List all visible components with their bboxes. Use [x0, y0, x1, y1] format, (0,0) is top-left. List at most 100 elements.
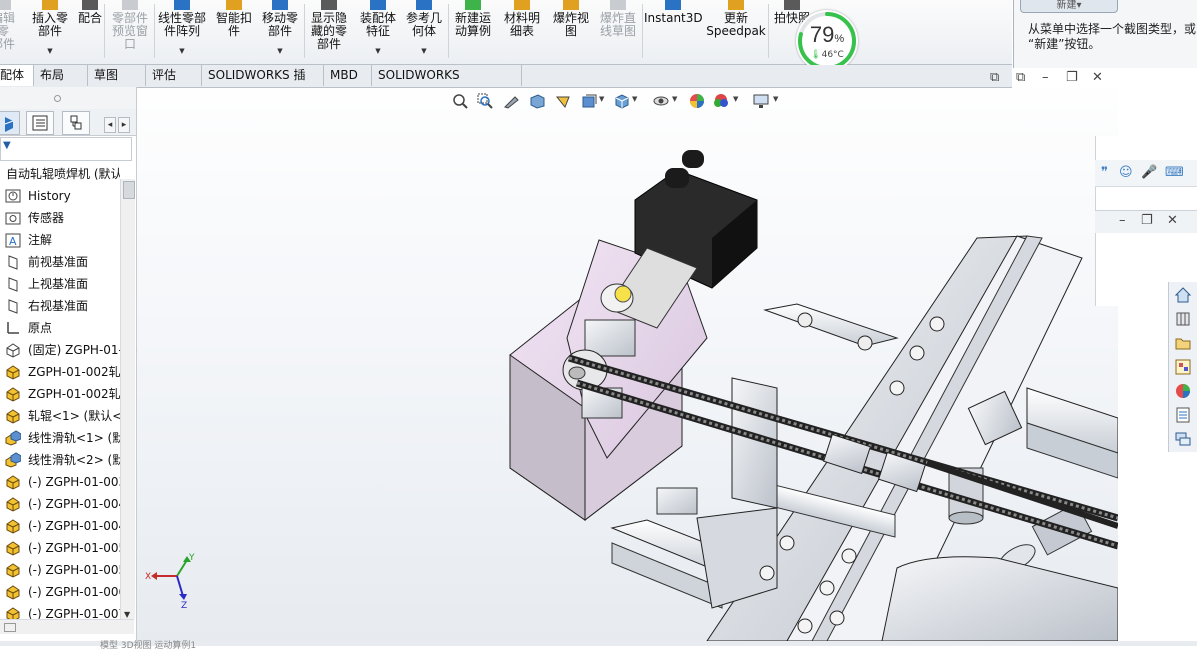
explode-line-button[interactable]: 爆炸直 线草图 [596, 0, 640, 64]
tree-root-assembly[interactable]: 自动轧辊喷焊机 (默认 [0, 163, 120, 185]
tree-horizontal-scrollbar[interactable] [0, 619, 134, 634]
speedpak-button[interactable]: 更新 Speedpak [706, 0, 766, 64]
insert-part-button[interactable]: 插入零 部件 ▼ [30, 0, 70, 64]
part-preview-button[interactable]: 零部件 预览窗 口 [108, 0, 152, 64]
new-motion-button[interactable]: 新建运 动算例 [450, 0, 496, 64]
property-manager-tab[interactable] [26, 111, 54, 135]
tab-3[interactable]: 评估 [146, 65, 202, 86]
hide-show-dropdown[interactable]: ▼ [672, 95, 677, 103]
view-orientation-dropdown[interactable]: ▼ [599, 95, 604, 103]
dynamic-annotation-icon[interactable] [555, 93, 571, 109]
show-hidden-button[interactable]: 显示隐 藏的零 部件 [306, 0, 352, 64]
tab-0[interactable]: 配体 [0, 65, 34, 86]
appearances-icon[interactable] [1174, 382, 1192, 400]
tree-item[interactable]: 线性滑轨<1> (默 [0, 427, 120, 449]
custom-properties-icon[interactable] [1174, 406, 1192, 424]
tree-item[interactable]: History [0, 185, 120, 207]
edit-appearance-icon[interactable] [689, 93, 705, 109]
file-explorer-icon[interactable] [1174, 334, 1192, 352]
configuration-manager-tab[interactable] [62, 111, 90, 135]
tree-item[interactable]: (-) ZGPH-01-005 [0, 559, 120, 581]
next-window-icon[interactable]: ⧉ [1016, 70, 1025, 85]
linear-rail-right[interactable] [1026, 387, 1118, 479]
previous-view-icon[interactable] [503, 93, 519, 109]
cpu-usage-gauge[interactable]: 79% 🌡46°C [796, 10, 858, 72]
section-view-icon[interactable] [529, 93, 545, 109]
reference-geometry-button[interactable]: 参考几 何体 ▼ [402, 0, 446, 64]
tree-item[interactable]: (-) ZGPH-01-006 [0, 581, 120, 603]
tab-4[interactable]: SOLIDWORKS 插件 [202, 65, 324, 103]
previous-window-icon[interactable]: ⧉ [990, 70, 999, 85]
panel-drag-handle[interactable] [0, 87, 136, 109]
tree-item[interactable]: 前视基准面 [0, 251, 120, 273]
display-style-icon[interactable] [613, 93, 629, 109]
feature-tree-tab[interactable] [0, 111, 20, 135]
tree-filter-input[interactable]: ▼ [0, 137, 132, 161]
view-settings-dropdown[interactable]: ▼ [773, 95, 778, 103]
tab-scroll-left[interactable]: ◂ [104, 117, 116, 133]
close-icon[interactable]: ✕ [1167, 213, 1178, 228]
roller[interactable] [881, 556, 1118, 641]
home-icon[interactable] [1174, 286, 1192, 304]
tree-item[interactable]: 线性滑轨<2> (默 [0, 449, 120, 471]
tab-6[interactable]: SOLIDWORKS Inspection [372, 65, 522, 103]
close-icon[interactable]: ✕ [1092, 70, 1103, 85]
tree-item[interactable]: 右视基准面 [0, 295, 120, 317]
microphone-icon[interactable]: 🎤 [1141, 165, 1157, 180]
bom-button[interactable]: 材料明 细表 [500, 0, 544, 64]
edit-part-button[interactable]: 编辑零 部件 [0, 0, 20, 64]
tree-item[interactable]: 传感器 [0, 207, 120, 229]
quote-icon[interactable]: ❞ [1101, 165, 1108, 180]
apply-scene-icon[interactable] [713, 93, 729, 109]
linear-pattern-button[interactable]: 线性零部 件阵列 ▼ [156, 0, 208, 64]
new-snip-button[interactable]: 新建▾ [1020, 0, 1118, 13]
tree-item[interactable]: (-) ZGPH-01-003 [0, 471, 120, 493]
dropdown-arrow-icon[interactable]: ▼ [421, 45, 426, 58]
scrollbar-thumb[interactable] [4, 623, 16, 632]
restore-icon[interactable]: ❐ [1066, 70, 1078, 85]
display-style-dropdown[interactable]: ▼ [632, 95, 637, 103]
exploded-view-button[interactable]: 爆炸视 图 [548, 0, 594, 64]
apply-scene-dropdown[interactable]: ▼ [733, 95, 738, 103]
view-settings-icon[interactable] [753, 93, 769, 109]
tab-5[interactable]: MBD [324, 65, 372, 86]
design-library-icon[interactable] [1174, 310, 1192, 328]
smart-fastener-button[interactable]: 智能扣 件 [212, 0, 256, 64]
tree-item[interactable]: 轧辊<1> (默认< [0, 405, 120, 427]
dropdown-arrow-icon[interactable]: ▼ [375, 45, 380, 58]
tab-2[interactable]: 草图 [88, 65, 146, 86]
tree-item[interactable]: (-) ZGPH-01-004 [0, 493, 120, 515]
move-part-button[interactable]: 移动零 部件 ▼ [258, 0, 302, 64]
tree-item[interactable]: (固定) ZGPH-01- [0, 339, 120, 361]
dropdown-arrow-icon[interactable]: ▼ [277, 45, 282, 58]
tree-item[interactable]: ZGPH-01-002轧 [0, 383, 120, 405]
tree-item[interactable]: (-) ZGPH-01-005 [0, 537, 120, 559]
assembly-model[interactable] [137, 88, 1118, 641]
minimize-icon[interactable]: – [1042, 70, 1049, 85]
tab-scroll-right[interactable]: ▸ [118, 117, 130, 133]
emoji-icon[interactable]: ☺ [1119, 165, 1133, 180]
instant3d-button[interactable]: Instant3D [644, 0, 703, 64]
zoom-to-area-icon[interactable] [477, 93, 493, 109]
zoom-to-fit-icon[interactable] [452, 93, 468, 109]
graphics-viewport[interactable]: ▼ ▼ ▼ ▼ ▼ [137, 88, 1118, 641]
minimize-icon[interactable]: – [1119, 213, 1126, 228]
scroll-down-icon[interactable]: ▼ [124, 610, 130, 619]
tab-1[interactable]: 布局 [34, 65, 88, 86]
view-palette-icon[interactable] [1174, 358, 1192, 376]
keyboard-icon[interactable]: ⌨ [1165, 165, 1184, 180]
dropdown-arrow-icon[interactable]: ▼ [47, 45, 52, 58]
tree-item[interactable]: 原点 [0, 317, 120, 339]
mate-button[interactable]: 配合 [74, 0, 106, 64]
tree-item[interactable]: ZGPH-01-002轧 [0, 361, 120, 383]
assembly-feature-button[interactable]: 装配体 特征 ▼ [356, 0, 400, 64]
tree-item[interactable]: 上视基准面 [0, 273, 120, 295]
hide-show-items-icon[interactable] [653, 93, 669, 109]
dropdown-arrow-icon[interactable]: ▼ [179, 45, 184, 58]
scrollbar-thumb[interactable] [123, 181, 135, 199]
view-orientation-icon[interactable] [581, 93, 597, 109]
forum-icon[interactable] [1174, 430, 1192, 448]
tree-item[interactable]: (-) ZGPH-01-004 [0, 515, 120, 537]
tree-item[interactable]: A 注解 [0, 229, 120, 251]
tree-vertical-scrollbar[interactable]: ▼ [120, 179, 135, 619]
